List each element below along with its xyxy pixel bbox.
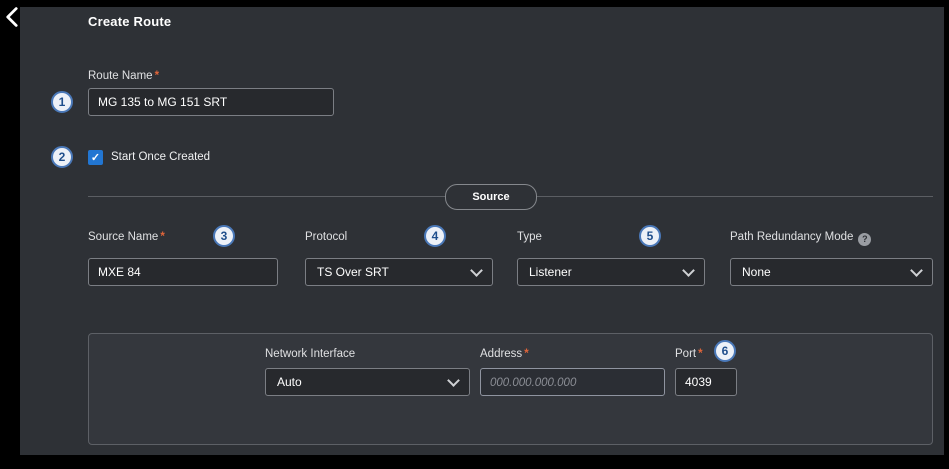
annotation-badge-1: 1 — [51, 91, 73, 113]
type-selected-value: Listener — [529, 265, 572, 279]
protocol-selected-value: TS Over SRT — [317, 265, 389, 279]
page-title: Create Route — [88, 14, 171, 29]
network-interface-selected-value: Auto — [277, 375, 302, 389]
annotation-badge-5: 5 — [639, 225, 661, 247]
protocol-select[interactable]: TS Over SRT — [305, 258, 493, 286]
chevron-down-icon — [910, 264, 923, 277]
source-section-pill: Source — [445, 184, 537, 210]
source-name-input[interactable] — [88, 258, 278, 286]
source-name-label: Source Name* — [88, 231, 165, 243]
path-redundancy-selected-value: None — [742, 265, 771, 279]
port-input[interactable] — [675, 368, 737, 396]
address-input[interactable] — [480, 368, 665, 396]
annotation-badge-4: 4 — [424, 225, 446, 247]
help-icon[interactable]: ? — [858, 233, 871, 246]
protocol-label: Protocol — [305, 231, 347, 243]
path-redundancy-mode-label: Path Redundancy Mode? — [730, 231, 871, 246]
network-interface-label: Network Interface — [265, 348, 355, 360]
chevron-down-icon — [682, 264, 695, 277]
required-marker: * — [698, 348, 702, 360]
route-name-label: Route Name* — [88, 70, 159, 82]
port-label: Port* — [675, 348, 703, 360]
checkmark-icon: ✓ — [91, 151, 100, 164]
required-marker: * — [155, 70, 159, 82]
route-name-input[interactable] — [88, 88, 334, 116]
address-label: Address* — [480, 348, 529, 360]
start-once-created-checkbox[interactable]: ✓ — [88, 150, 103, 165]
path-redundancy-mode-select[interactable]: None — [730, 258, 933, 286]
chevron-down-icon — [470, 264, 483, 277]
chevron-down-icon — [447, 374, 460, 387]
chevron-left-icon — [4, 5, 19, 34]
required-marker: * — [160, 231, 164, 243]
start-once-created-label: Start Once Created — [111, 151, 210, 163]
type-select[interactable]: Listener — [517, 258, 705, 286]
required-marker: * — [524, 348, 528, 360]
annotation-badge-6: 6 — [714, 340, 736, 362]
annotation-badge-2: 2 — [51, 146, 73, 168]
network-interface-select[interactable]: Auto — [265, 368, 470, 396]
annotation-badge-3: 3 — [213, 225, 235, 247]
type-label: Type — [517, 231, 542, 243]
back-button[interactable] — [2, 6, 20, 32]
create-route-screen: Create Route Route Name* 1 2 ✓ Start Onc… — [0, 0, 949, 469]
